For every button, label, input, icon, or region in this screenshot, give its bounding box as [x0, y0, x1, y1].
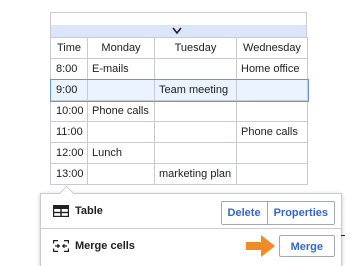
table-cell[interactable]	[236, 142, 308, 164]
table-row: 12:00 Lunch	[50, 142, 308, 164]
table-icon	[53, 205, 69, 217]
edge-tick	[341, 235, 345, 236]
schedule-table: Time Monday Tuesday Wednesday 8:00 E-mai…	[49, 37, 309, 185]
table-cell[interactable]: Phone calls	[87, 100, 155, 122]
insert-row-bar[interactable]	[50, 25, 307, 37]
table-cell[interactable]	[87, 121, 155, 143]
table-cell[interactable]: 11:00	[50, 121, 88, 143]
table-context-panel: Table Delete Properties Merge cells Merg…	[40, 185, 342, 266]
table-cell[interactable]	[236, 79, 308, 101]
header-cell-wednesday[interactable]: Wednesday	[236, 37, 308, 59]
editor-stage: Time Monday Tuesday Wednesday 8:00 E-mai…	[0, 0, 350, 266]
table-cell[interactable]: E-mails	[87, 58, 155, 80]
merge-section: Merge cells Merge	[41, 229, 341, 263]
table-cell[interactable]: Phone calls	[236, 121, 308, 143]
table-properties-button[interactable]: Properties	[266, 202, 334, 224]
table-cell[interactable]	[87, 79, 155, 101]
table-cell[interactable]	[87, 163, 155, 185]
table-cell[interactable]	[154, 100, 237, 122]
table-actions: Delete Properties	[220, 201, 335, 225]
table-row: 8:00 E-mails Home office	[50, 58, 308, 80]
merge-cells-icon	[53, 240, 69, 252]
merge-button[interactable]: Merge	[278, 235, 335, 257]
table-cell[interactable]: Lunch	[87, 142, 155, 164]
table-section: Table Delete Properties	[41, 194, 341, 229]
delete-table-button[interactable]: Delete	[221, 202, 267, 224]
table-context-edge	[50, 12, 307, 25]
merge-section-label: Merge cells	[75, 240, 135, 252]
table-cell[interactable]	[154, 121, 237, 143]
table-row: 13:00 marketing plan	[50, 163, 308, 185]
table-cell[interactable]: 9:00	[50, 79, 88, 101]
table-section-label: Table	[75, 205, 103, 217]
table-cell[interactable]: Home office	[236, 58, 308, 80]
table-row: 11:00 Phone calls	[50, 121, 308, 143]
pointer-arrow-icon	[246, 235, 275, 257]
table-row-selected: 9:00 Team meeting	[49, 78, 309, 102]
table-row: 10:00 Phone calls	[50, 100, 308, 122]
table-cell[interactable]	[154, 58, 237, 80]
table-cell[interactable]: marketing plan	[154, 163, 237, 185]
header-cell-time[interactable]: Time	[50, 37, 88, 59]
table-cell[interactable]: 12:00	[50, 142, 88, 164]
table-cell[interactable]: Team meeting	[154, 79, 237, 101]
header-row: Time Monday Tuesday Wednesday	[50, 37, 308, 59]
table-cell[interactable]: 10:00	[50, 100, 88, 122]
table-cell[interactable]	[236, 163, 308, 185]
table-cell[interactable]	[236, 100, 308, 122]
header-cell-tuesday[interactable]: Tuesday	[154, 37, 237, 59]
table-cell[interactable]: 8:00	[50, 58, 88, 80]
schedule-table-wrapper: Time Monday Tuesday Wednesday 8:00 E-mai…	[49, 12, 309, 185]
chevron-down-icon	[172, 27, 182, 35]
table-cell[interactable]	[154, 142, 237, 164]
table-cell[interactable]: 13:00	[50, 163, 88, 185]
header-cell-monday[interactable]: Monday	[87, 37, 155, 59]
